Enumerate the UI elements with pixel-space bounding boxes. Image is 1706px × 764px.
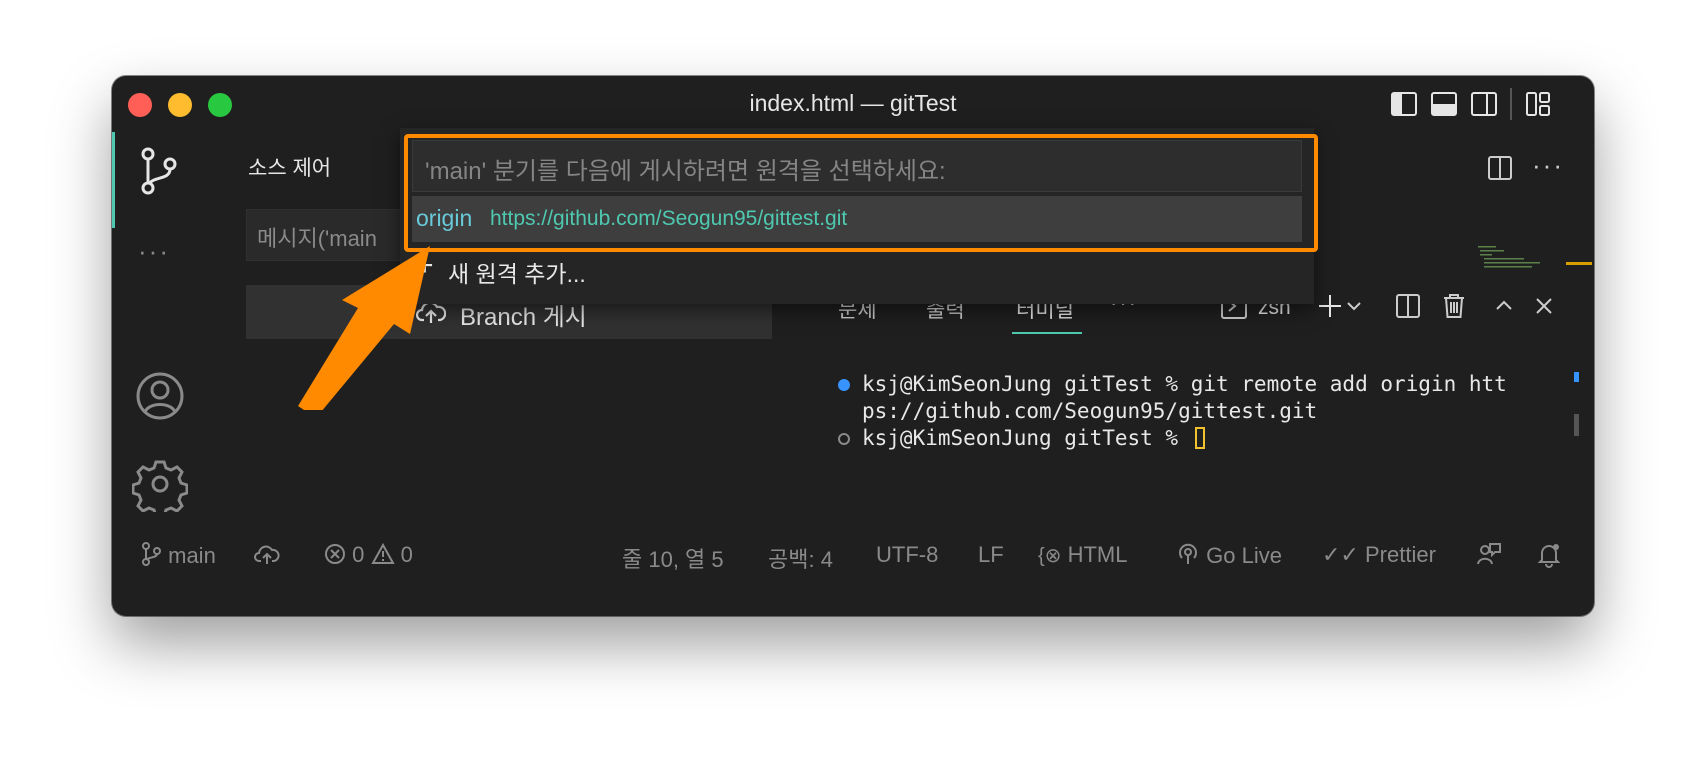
- terminal-output[interactable]: ksj@KimSeonJung gitTest % git remote add…: [838, 371, 1507, 452]
- minimap[interactable]: [1478, 244, 1592, 274]
- title-divider: [1510, 88, 1512, 120]
- trash-icon[interactable]: [1438, 290, 1470, 322]
- annotation-arrow: [298, 246, 430, 410]
- new-terminal-plus-icon[interactable]: [1314, 290, 1346, 322]
- language-label: HTML: [1067, 542, 1128, 567]
- cursor-position[interactable]: 줄 10, 열 5: [622, 542, 724, 574]
- double-check-icon: ✓✓: [1322, 542, 1359, 567]
- tab-active-underline: [1012, 332, 1082, 334]
- more-views-icon[interactable]: ···: [138, 236, 170, 267]
- terminal-line: ps://github.com/Seogun95/gittest.git: [862, 399, 1318, 423]
- error-icon: [325, 544, 345, 564]
- customize-layout-icon[interactable]: [1522, 88, 1554, 120]
- command-success-dot: [838, 379, 850, 391]
- terminal-line: ksj@KimSeonJung gitTest % git remote add…: [838, 371, 1507, 398]
- editor-more-actions-icon[interactable]: ···: [1532, 150, 1564, 181]
- end-of-line[interactable]: LF: [978, 542, 1004, 568]
- prettier-label: Prettier: [1365, 542, 1436, 567]
- add-remote-label: 새 원격 추가...: [448, 261, 586, 287]
- terminal-line: ksj@KimSeonJung gitTest %: [838, 425, 1507, 452]
- toggle-sidebar-icon[interactable]: [1388, 88, 1420, 120]
- indentation[interactable]: 공백: 4: [768, 542, 833, 574]
- close-panel-icon[interactable]: [1528, 290, 1560, 322]
- terminal-cursor: [1194, 427, 1205, 449]
- go-live-label: Go Live: [1206, 543, 1282, 568]
- quick-pick: 'main' 분기를 다음에 게시하려면 원격을 선택하세요: origin h…: [400, 128, 1314, 304]
- feedback-icon[interactable]: [1476, 542, 1502, 569]
- command-pending-dot: [838, 433, 850, 445]
- branch-icon: [142, 542, 161, 566]
- active-indicator: [112, 132, 115, 228]
- branch-name: main: [168, 543, 216, 568]
- status-problems[interactable]: 0 0: [324, 542, 413, 568]
- add-remote-option[interactable]: + 새 원격 추가...: [412, 246, 1302, 290]
- settings-gear-icon[interactable]: [131, 456, 189, 518]
- quick-pick-input[interactable]: 'main' 분기를 다음에 게시하려면 원격을 선택하세요:: [412, 140, 1302, 192]
- encoding[interactable]: UTF-8: [876, 542, 938, 568]
- split-editor-icon[interactable]: [1484, 152, 1516, 184]
- toggle-panel-icon[interactable]: [1428, 88, 1460, 120]
- error-count: 0: [352, 542, 365, 567]
- notifications-bell-icon[interactable]: [1536, 542, 1562, 571]
- status-bar: main 0 0 줄 10, 열 5 공백: 4 UTF-8 LF {⊗ HTM…: [112, 534, 1594, 574]
- go-live[interactable]: Go Live: [1176, 542, 1282, 569]
- broadcast-icon: [1179, 543, 1197, 564]
- publish-cloud-icon[interactable]: [254, 542, 280, 568]
- toggle-secondary-sidebar-icon[interactable]: [1468, 88, 1500, 120]
- title-bar: index.html — gitTest: [112, 76, 1594, 132]
- terminal-scroll-marker: [1574, 372, 1579, 382]
- remote-name: origin: [416, 205, 473, 231]
- remote-option-origin[interactable]: origin https://github.com/Seogun95/gitte…: [412, 196, 1302, 242]
- remote-url: https://github.com/Seogun95/gittest.git: [490, 207, 848, 230]
- prettier[interactable]: ✓✓ Prettier: [1322, 542, 1436, 568]
- maximize-panel-chevron-up-icon[interactable]: [1488, 290, 1520, 322]
- sidebar-title: 소스 제어: [248, 157, 332, 180]
- source-control-icon[interactable]: [132, 144, 188, 200]
- split-terminal-icon[interactable]: [1392, 290, 1424, 322]
- chevron-down-icon[interactable]: [1344, 290, 1364, 322]
- language-mode[interactable]: {⊗ HTML: [1038, 542, 1127, 568]
- accounts-icon[interactable]: [132, 368, 188, 424]
- status-branch[interactable]: main: [140, 542, 216, 569]
- warning-count: 0: [400, 542, 413, 567]
- warning-icon: [370, 542, 395, 564]
- terminal-scrollbar[interactable]: [1574, 414, 1579, 436]
- window-title: index.html — gitTest: [749, 90, 957, 116]
- braces-icon: {⊗: [1038, 545, 1062, 567]
